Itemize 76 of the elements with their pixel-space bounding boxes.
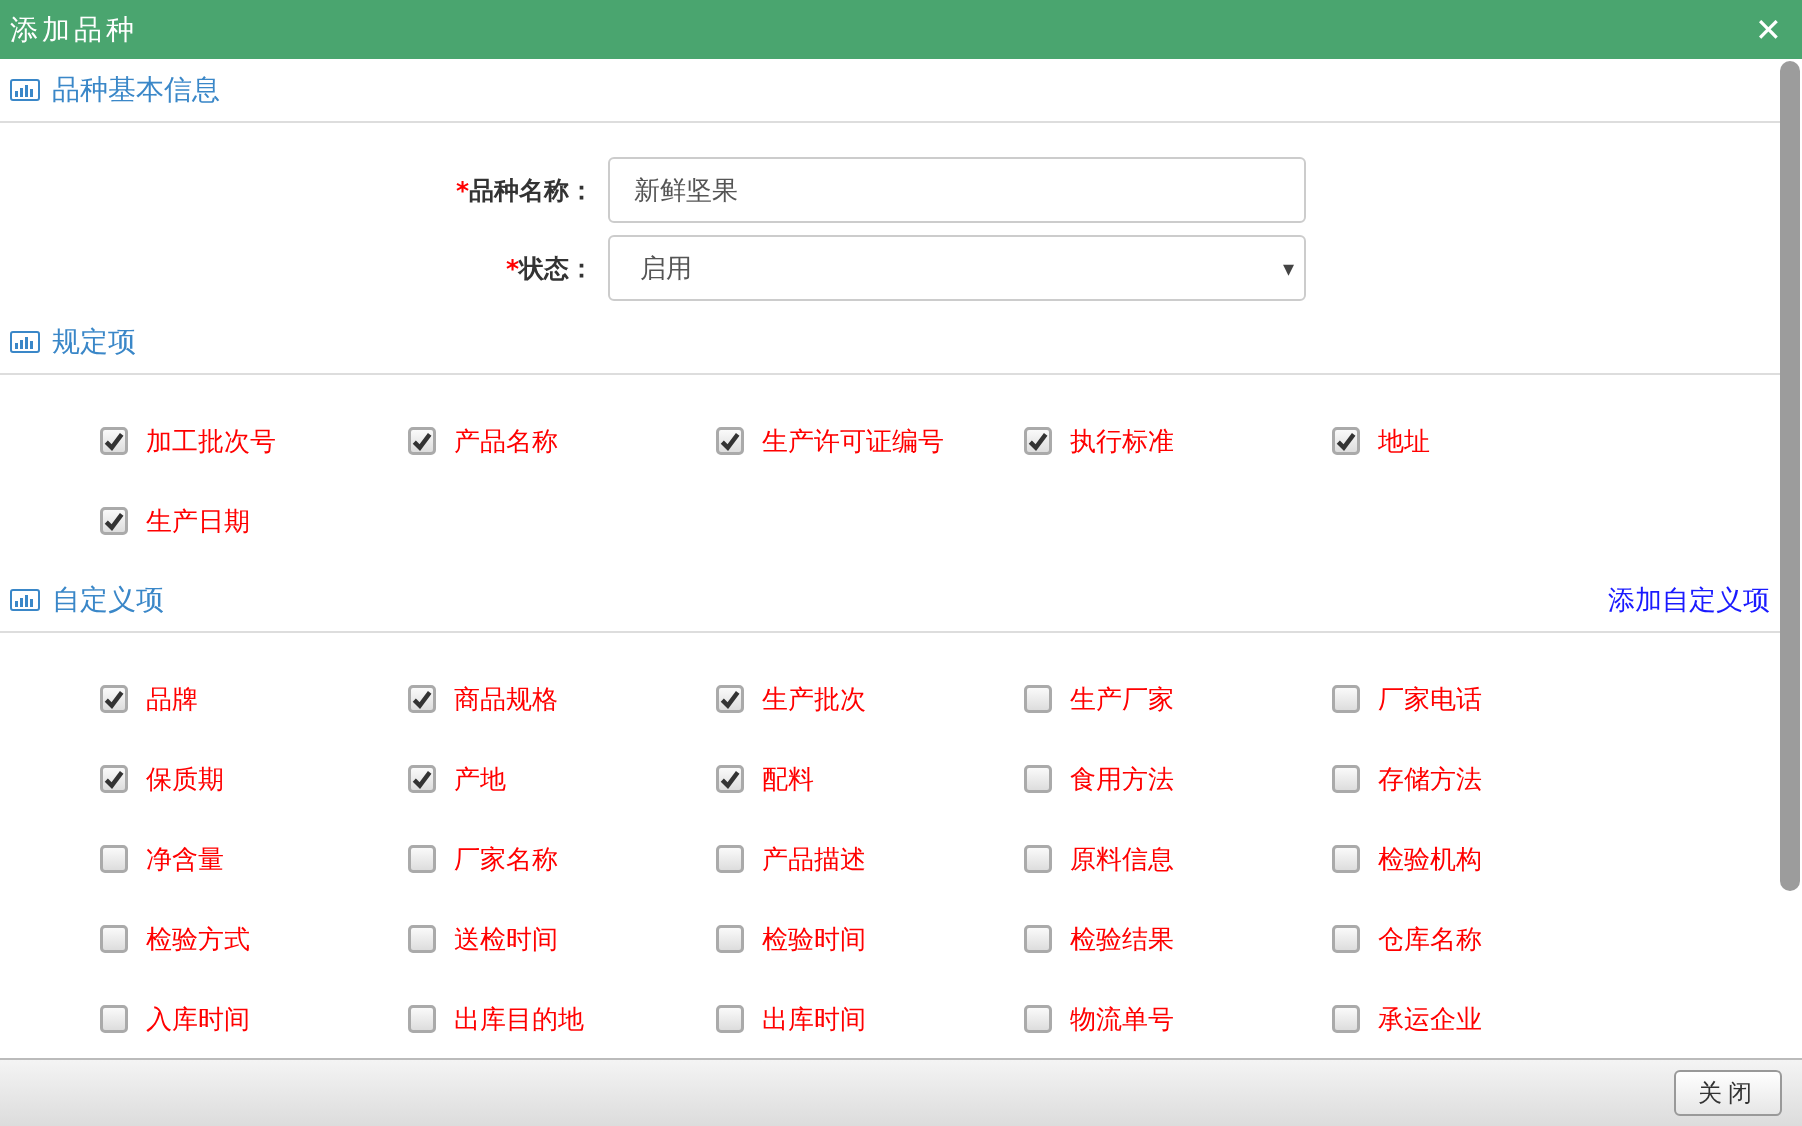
checkbox-label: 产地 [454,762,506,796]
checkbox[interactable] [100,685,128,713]
checkbox[interactable] [408,427,436,455]
checkbox-label: 产品描述 [762,842,866,876]
checkbox-label: 厂家名称 [454,842,558,876]
checkbox[interactable] [716,925,744,953]
checkbox[interactable] [100,925,128,953]
checkbox-label: 入库时间 [146,1002,250,1036]
checkbox[interactable] [1024,765,1052,793]
checkbox-label: 存储方法 [1378,762,1482,796]
checkbox-label: 出库目的地 [454,1002,584,1036]
field-label: *状态： [504,252,595,285]
section-title: 规定项 [52,324,136,360]
checkbox[interactable] [100,1005,128,1033]
checkbox[interactable] [716,427,744,455]
input-field[interactable]: 新鲜坚果 [608,157,1306,223]
window-title: 添加品种 [10,11,138,48]
checkbox-label: 送检时间 [454,922,558,956]
checkbox[interactable] [1332,427,1360,455]
checkbox[interactable] [100,845,128,873]
checkbox-label: 承运企业 [1378,1002,1482,1036]
checkbox[interactable] [408,925,436,953]
checkbox-label: 执行标准 [1070,424,1174,458]
section-title: 品种基本信息 [52,72,220,108]
bar-chart-icon [10,331,40,353]
checkbox-label: 检验机构 [1378,842,1482,876]
checkbox-label: 品牌 [146,682,198,716]
checkbox[interactable] [100,765,128,793]
checkbox[interactable] [716,1005,744,1033]
checkbox-label: 保质期 [146,762,224,796]
checkbox-label: 原料信息 [1070,842,1174,876]
checkbox-label: 产品名称 [454,424,558,458]
checkbox-label: 配料 [762,762,814,796]
checkbox[interactable] [408,845,436,873]
checkbox-label: 生产日期 [146,504,250,538]
checkbox[interactable] [408,1005,436,1033]
select-field[interactable]: 启用 ▾ [608,235,1306,301]
checkbox[interactable] [1024,845,1052,873]
checkbox-label: 检验方式 [146,922,250,956]
checkbox[interactable] [100,427,128,455]
checkbox[interactable] [100,507,128,535]
checkbox[interactable] [408,685,436,713]
checkbox-label: 生产批次 [762,682,866,716]
checkbox-label: 商品规格 [454,682,558,716]
checkbox-label: 生产许可证编号 [762,424,944,458]
checkbox-label: 仓库名称 [1378,922,1482,956]
checkbox[interactable] [1332,925,1360,953]
checkbox-label: 生产厂家 [1070,682,1174,716]
checkbox[interactable] [1332,1005,1360,1033]
section-title: 自定义项 [52,582,164,618]
checkbox[interactable] [1024,925,1052,953]
checkbox[interactable] [1332,845,1360,873]
scrollbar-thumb[interactable] [1780,61,1800,891]
checkbox-label: 加工批次号 [146,424,276,458]
checkbox-label: 食用方法 [1070,762,1174,796]
checkbox[interactable] [408,765,436,793]
field-label: *品种名称： [454,174,595,207]
checkbox-label: 厂家电话 [1378,682,1482,716]
checkbox-label: 物流单号 [1070,1002,1174,1036]
checkbox[interactable] [1332,685,1360,713]
bar-chart-icon [10,79,40,101]
checkbox[interactable] [1332,765,1360,793]
checkbox-label: 检验时间 [762,922,866,956]
checkbox-label: 地址 [1378,424,1430,458]
checkbox-label: 净含量 [146,842,224,876]
checkbox[interactable] [1024,1005,1052,1033]
checkbox-label: 出库时间 [762,1002,866,1036]
checkbox[interactable] [716,685,744,713]
bar-chart-icon [10,589,40,611]
add-custom-item-link[interactable]: 添加自定义项 [1608,582,1770,618]
close-button[interactable]: 关闭 [1674,1070,1782,1116]
checkbox[interactable] [1024,427,1052,455]
checkbox[interactable] [1024,685,1052,713]
checkbox[interactable] [716,845,744,873]
checkbox-label: 检验结果 [1070,922,1174,956]
checkbox[interactable] [716,765,744,793]
